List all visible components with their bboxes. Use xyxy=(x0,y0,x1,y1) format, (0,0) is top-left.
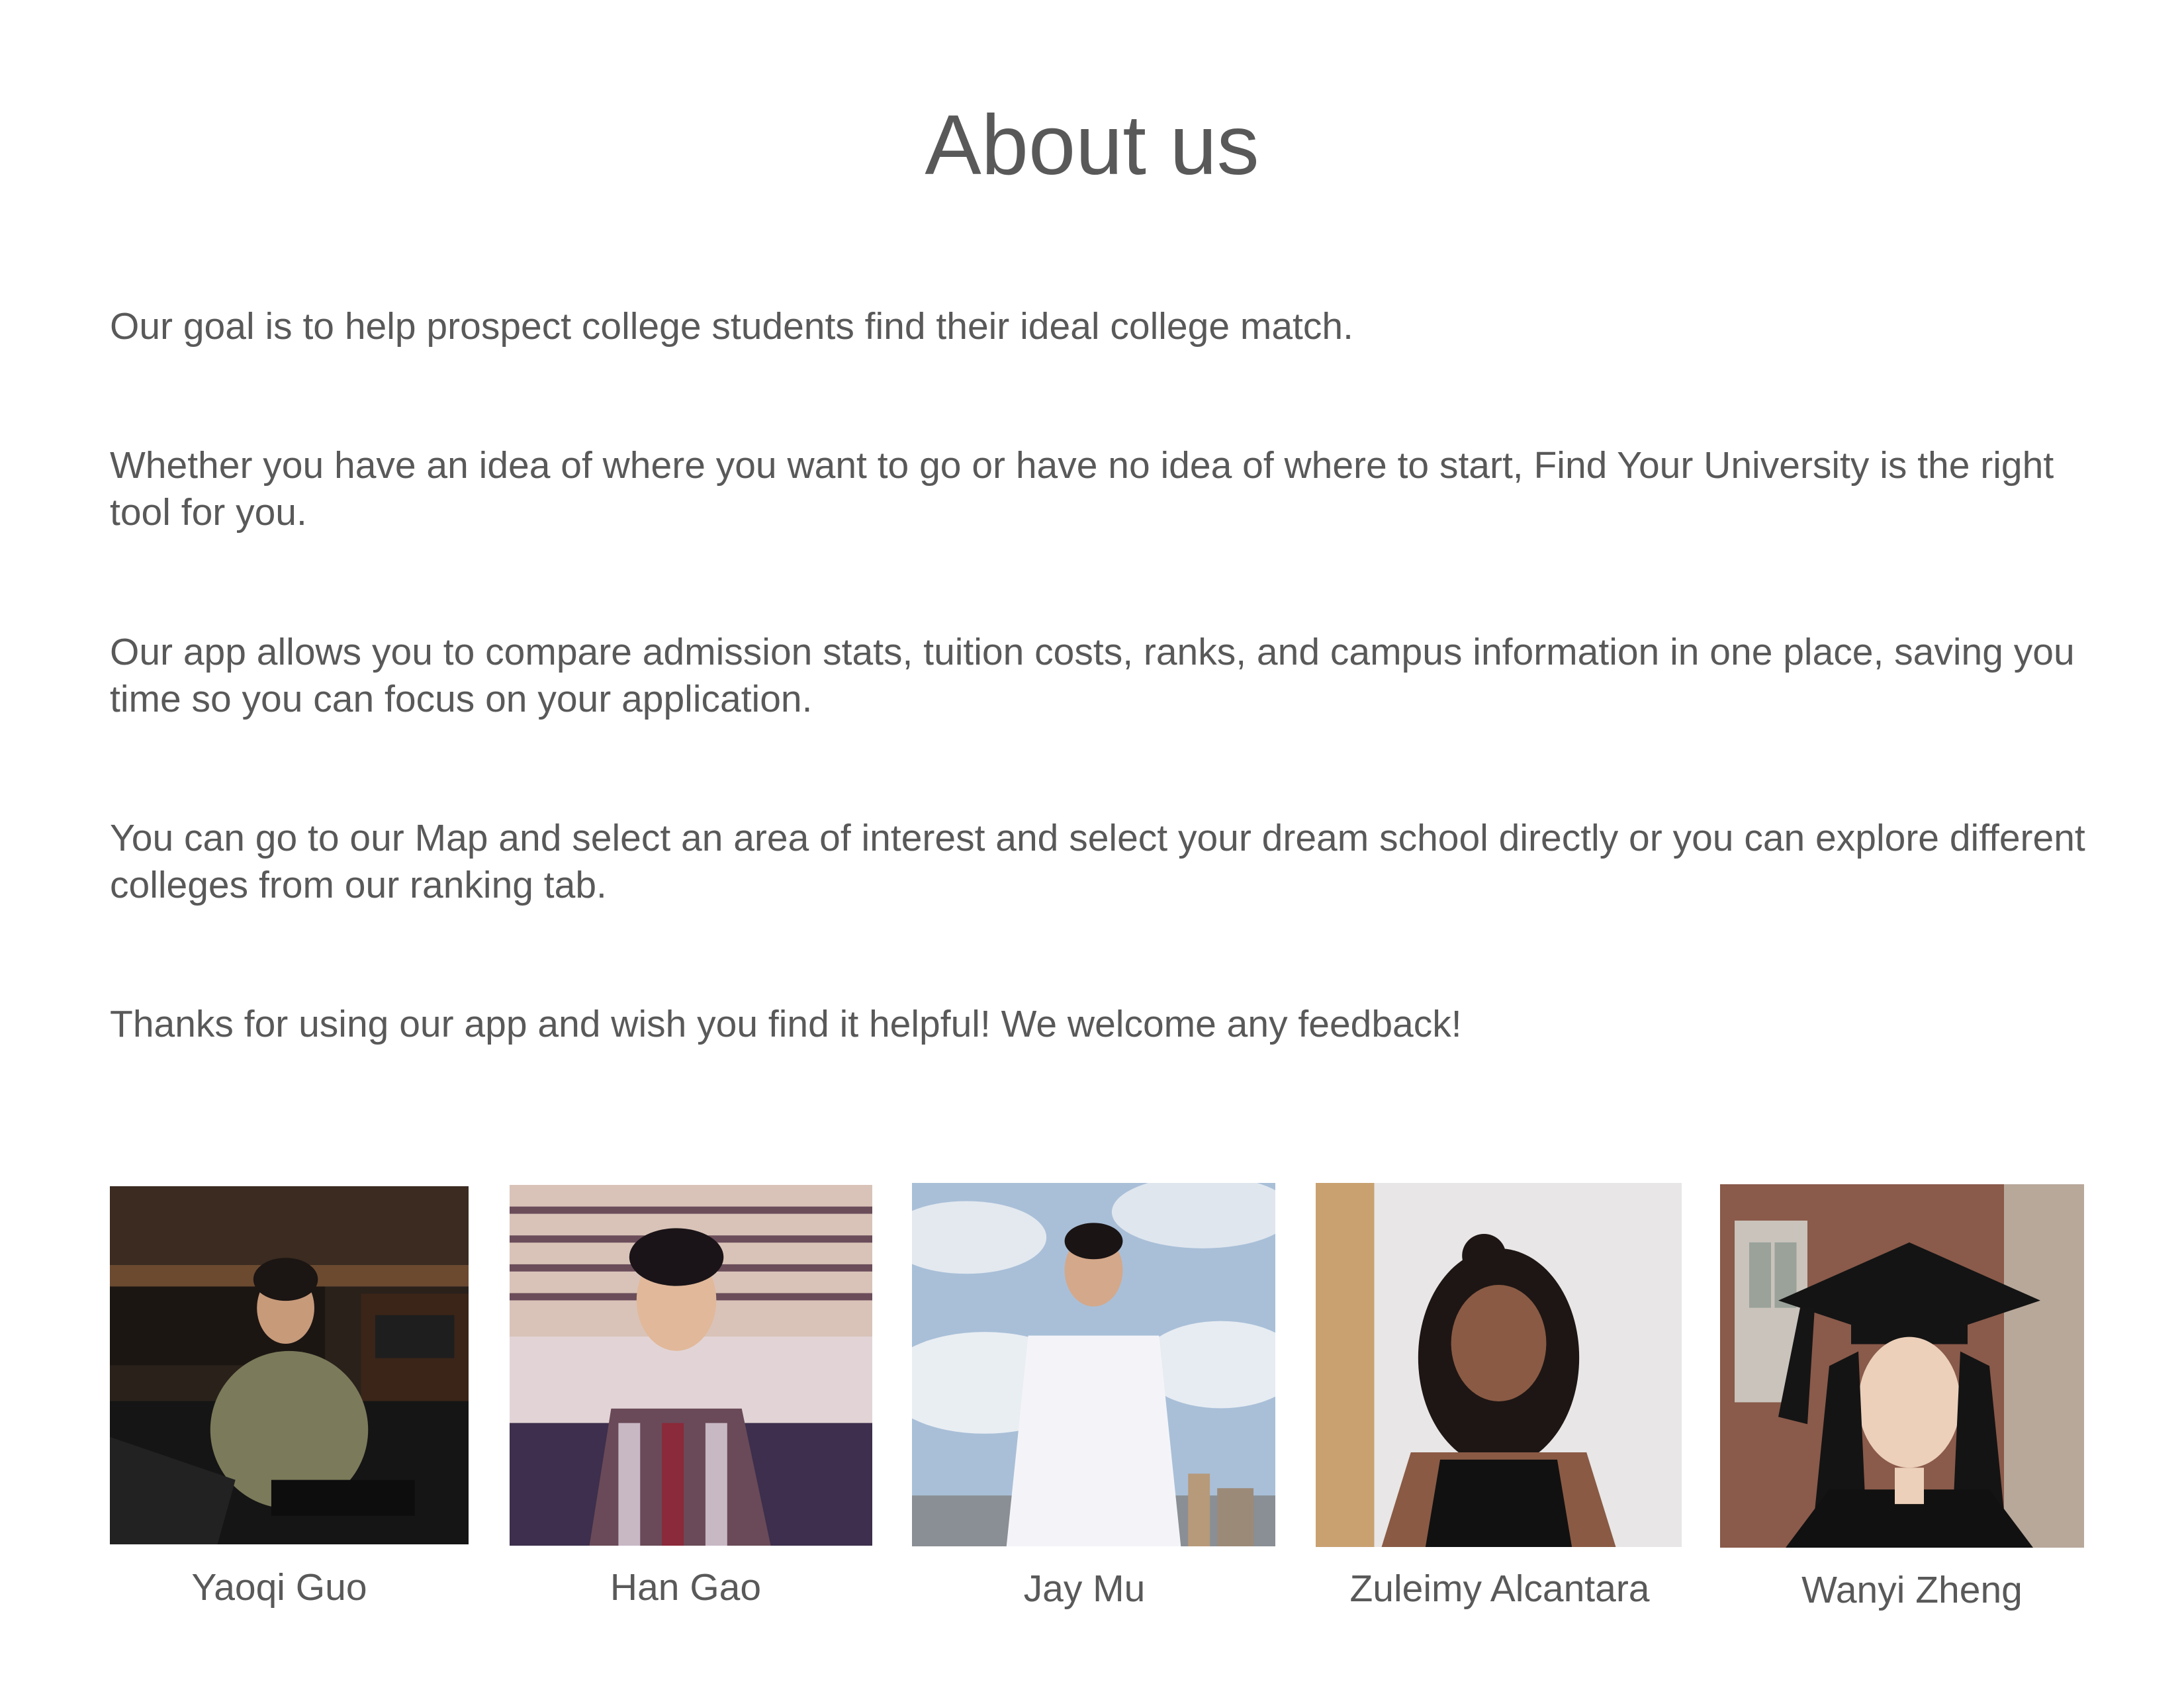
tool-paragraph: Whether you have an idea of where you wa… xyxy=(110,444,2054,534)
person-at-piano-photo xyxy=(110,1186,469,1544)
team-photo-zuleimy-alcantara xyxy=(1316,1183,1682,1547)
team-member-name: Wanyi Zheng xyxy=(1801,1569,2023,1611)
about-page: About us Our goal is to help prospect co… xyxy=(0,0,2184,1688)
team-member-name: Zuleimy Alcantara xyxy=(1349,1568,1650,1610)
person-cruise-ship-photo xyxy=(510,1185,872,1546)
page-title: About us xyxy=(925,98,1259,193)
team-photo-jay-mu xyxy=(912,1183,1275,1546)
person-graduation-photo xyxy=(1720,1184,2084,1548)
team-photo-wanyi-zheng xyxy=(1720,1184,2084,1548)
team-member-name: Han Gao xyxy=(610,1566,762,1609)
map-paragraph: You can go to our Map and select an area… xyxy=(110,817,2085,906)
goal-paragraph: Our goal is to help prospect college stu… xyxy=(110,305,1353,348)
person-portrait-photo xyxy=(1316,1183,1682,1547)
team-photo-yaoqi-guo xyxy=(110,1186,469,1544)
features-paragraph: Our app allows you to compare admission … xyxy=(110,631,2075,720)
team-photo-han-gao xyxy=(510,1185,872,1546)
thanks-paragraph: Thanks for using our app and wish you fi… xyxy=(110,1003,1462,1045)
team-member-name: Yaoqi Guo xyxy=(191,1566,367,1609)
team-member-name: Jay Mu xyxy=(1023,1568,1146,1610)
person-sky-photo xyxy=(912,1183,1275,1546)
